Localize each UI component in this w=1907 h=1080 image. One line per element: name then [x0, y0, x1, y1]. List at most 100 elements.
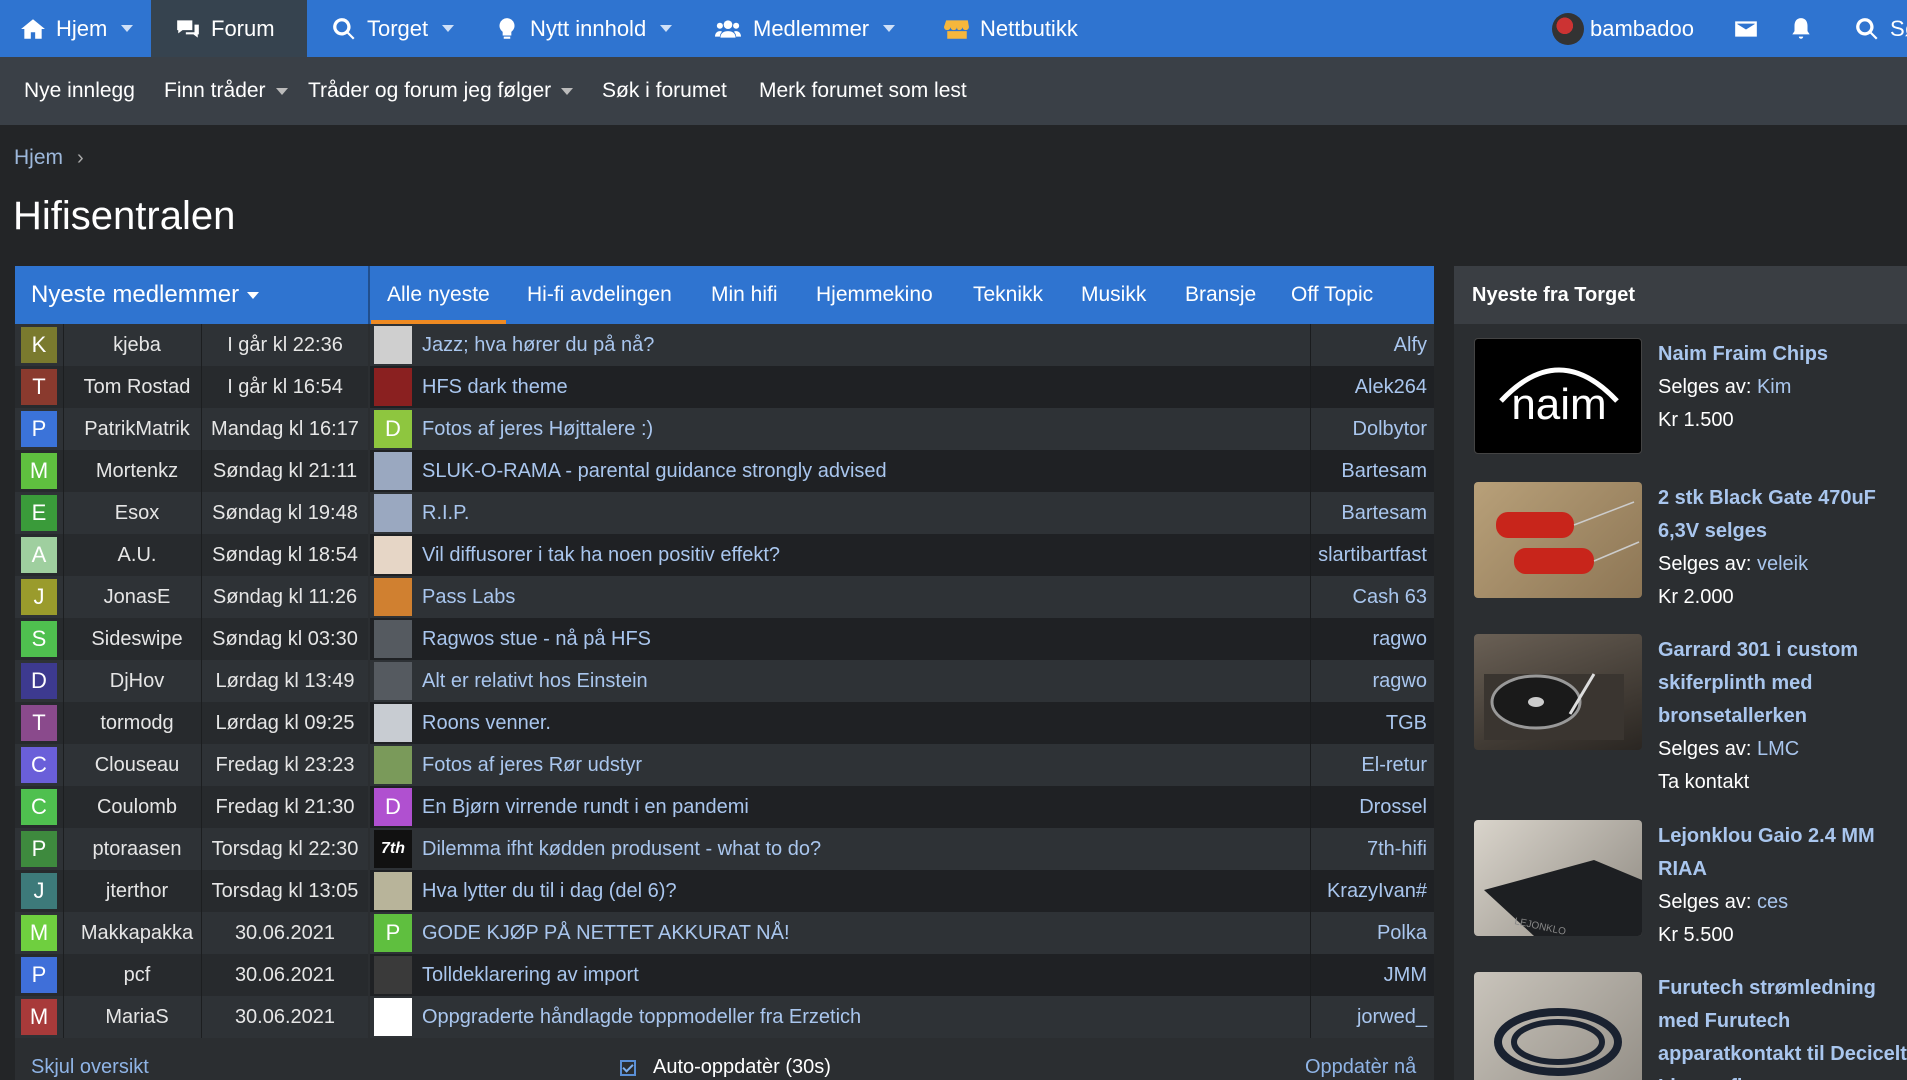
member-name[interactable]: Makkapakka [79, 912, 195, 954]
inbox-button[interactable] [1733, 0, 1769, 57]
thread-avatar[interactable]: D [374, 788, 412, 826]
avatar[interactable]: J [21, 579, 57, 615]
member-name[interactable]: Clouseau [79, 744, 195, 786]
member-name[interactable]: A.U. [79, 534, 195, 576]
member-name[interactable]: MariaS [79, 996, 195, 1038]
refresh-now-link[interactable]: Oppdatèr nå [1305, 1056, 1416, 1079]
thread-title[interactable]: Tolldeklarering av import [422, 954, 639, 996]
nav-forum[interactable]: Forum [151, 0, 307, 57]
member-row[interactable]: A A.U. Søndag kl 18:54 [15, 534, 368, 576]
members-dropdown[interactable]: Nyeste medlemmer [15, 266, 368, 324]
member-row[interactable]: Jjterthor Torsdag kl 13:05 [15, 870, 368, 912]
member-row[interactable]: M MariaS 30.06.2021 [15, 996, 368, 1038]
member-row[interactable]: Pptoraasen Torsdag kl 22:30 [15, 828, 368, 870]
thread-title[interactable]: Roons venner. [422, 702, 551, 744]
thread-avatar[interactable] [374, 746, 412, 784]
thread-row[interactable]: P GODE KJØP PÅ NETTET AKKURAT NÅ! Polka [370, 912, 1434, 954]
member-row[interactable]: S Sideswipe Søndag kl 03:30 [15, 618, 368, 660]
member-name[interactable]: pcf [79, 954, 195, 996]
item-title[interactable]: Garrard 301 i custom skiferplinth med br… [1658, 634, 1907, 733]
nav-new-content[interactable]: Nytt innhold [494, 0, 673, 57]
item-thumbnail[interactable] [1474, 482, 1642, 598]
thread-last-poster[interactable]: TGB [1386, 702, 1427, 744]
avatar[interactable]: P [21, 831, 57, 867]
avatar[interactable]: P [21, 957, 57, 993]
item-title[interactable]: Naim Fraim Chips [1658, 338, 1907, 371]
member-name[interactable]: kjeba [79, 324, 195, 366]
subnav-watched[interactable]: Tråder og forum jeg følger [308, 57, 574, 125]
member-row[interactable]: P PatrikMatrik Mandag kl 16:17 [15, 408, 368, 450]
thread-avatar[interactable] [374, 578, 412, 616]
thread-row[interactable]: Ragwos stue - nå på HFS ragwo [370, 618, 1434, 660]
thread-row[interactable]: D Fotos af jeres Højttalere :) Dolbytor [370, 408, 1434, 450]
thread-title[interactable]: R.I.P. [422, 492, 469, 534]
thread-last-poster[interactable]: KrazyIvan# [1327, 870, 1427, 912]
thread-last-poster[interactable]: ragwo [1373, 618, 1427, 660]
avatar[interactable]: C [21, 789, 57, 825]
thread-avatar[interactable] [374, 368, 412, 406]
member-row[interactable]: J JonasE Søndag kl 11:26 [15, 576, 368, 618]
tab-hifi-avdelingen[interactable]: Hi-fi avdelingen [527, 266, 672, 324]
item-title[interactable]: Furutech strømledning med Furutech appar… [1658, 972, 1907, 1080]
member-row[interactable]: C Coulomb Fredag kl 21:30 [15, 786, 368, 828]
thread-avatar[interactable] [374, 452, 412, 490]
thread-title[interactable]: SLUK-O-RAMA - parental guidance strongly… [422, 450, 887, 492]
thread-last-poster[interactable]: Polka [1377, 912, 1427, 954]
member-name[interactable]: Esox [79, 492, 195, 534]
thread-title[interactable]: Vil diffusorer i tak ha noen positiv eff… [422, 534, 780, 576]
thread-avatar[interactable] [374, 326, 412, 364]
thread-title[interactable]: En Bjørn virrende rundt i en pandemi [422, 786, 749, 828]
thread-avatar[interactable] [374, 662, 412, 700]
member-name[interactable]: tormodg [79, 702, 195, 744]
subnav-search-forums[interactable]: Søk i forumet [602, 57, 727, 125]
thread-title[interactable]: Dilemma ifht kødden produsent - what to … [422, 828, 821, 870]
member-row[interactable]: M Mortenkz Søndag kl 21:11 [15, 450, 368, 492]
tab-bransje[interactable]: Bransje [1185, 266, 1256, 324]
thread-title[interactable]: GODE KJØP PÅ NETTET AKKURAT NÅ! [422, 912, 790, 954]
avatar[interactable]: A [21, 537, 57, 573]
thread-avatar[interactable] [374, 620, 412, 658]
seller-link[interactable]: LMC [1757, 738, 1799, 760]
thread-title[interactable]: HFS dark theme [422, 366, 568, 408]
tab-min-hifi[interactable]: Min hifi [711, 266, 778, 324]
avatar[interactable]: P [21, 411, 57, 447]
member-row[interactable]: M Makkapakka 30.06.2021 [15, 912, 368, 954]
thread-row[interactable]: Hva lytter du til i dag (del 6)? KrazyIva… [370, 870, 1434, 912]
avatar[interactable]: M [21, 915, 57, 951]
thread-row[interactable]: D En Bjørn virrende rundt i en pandemi Dro… [370, 786, 1434, 828]
member-name[interactable]: JonasE [79, 576, 195, 618]
thread-avatar[interactable] [374, 536, 412, 574]
thread-last-poster[interactable]: jorwed_ [1357, 996, 1427, 1038]
tab-alle-nyeste[interactable]: Alle nyeste [371, 266, 506, 324]
subnav-new-posts[interactable]: Nye innlegg [24, 57, 135, 125]
seller-link[interactable]: veleik [1757, 553, 1808, 575]
thread-title[interactable]: Alt er relativt hos Einstein [422, 660, 648, 702]
thread-last-poster[interactable]: Dolbytor [1353, 408, 1427, 450]
thread-row[interactable]: Alt er relativt hos Einstein ragwo [370, 660, 1434, 702]
auto-update-checkbox[interactable] [620, 1060, 636, 1076]
thread-avatar[interactable] [374, 494, 412, 532]
item-title[interactable]: Lejonklou Gaio 2.4 MM RIAA [1658, 820, 1907, 886]
member-name[interactable]: Mortenkz [79, 450, 195, 492]
nav-user[interactable]: bambadoo [1552, 0, 1694, 57]
nav-shop[interactable]: Nettbutikk [944, 0, 1078, 57]
thread-row[interactable]: Fotos af jeres Rør udstyr El-retur [370, 744, 1434, 786]
alerts-button[interactable] [1788, 0, 1824, 57]
nav-market[interactable]: Torget [331, 0, 455, 57]
avatar[interactable]: M [21, 453, 57, 489]
market-item[interactable]: Furutech strømledning med Furutech appar… [1474, 972, 1907, 1080]
avatar[interactable]: S [21, 621, 57, 657]
thread-title[interactable]: Hva lytter du til i dag (del 6)? [422, 870, 677, 912]
member-row[interactable]: Ttormodg Lørdag kl 09:25 [15, 702, 368, 744]
avatar[interactable]: M [21, 999, 57, 1035]
thread-last-poster[interactable]: Bartesam [1341, 492, 1427, 534]
avatar[interactable]: T [21, 705, 57, 741]
thread-last-poster[interactable]: El-retur [1361, 744, 1427, 786]
item-thumbnail[interactable]: naim [1474, 338, 1642, 454]
avatar[interactable]: C [21, 747, 57, 783]
member-name[interactable]: Coulomb [79, 786, 195, 828]
member-row[interactable]: Ppcf 30.06.2021 [15, 954, 368, 996]
member-name[interactable]: ptoraasen [79, 828, 195, 870]
thread-title[interactable]: Fotos af jeres Rør udstyr [422, 744, 642, 786]
thread-row[interactable]: Oppgraderte håndlagde toppmodeller fra E… [370, 996, 1434, 1038]
